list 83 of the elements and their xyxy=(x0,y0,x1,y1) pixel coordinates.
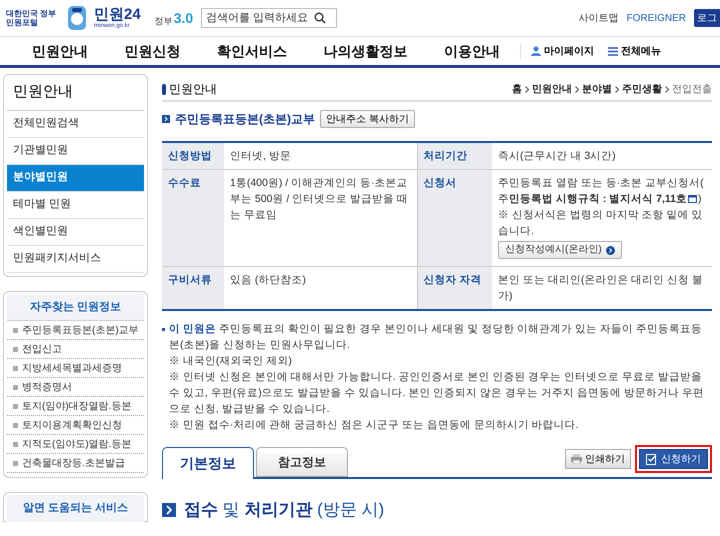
printer-icon xyxy=(571,454,582,464)
faq-link[interactable]: 지방세세목별과세증명 xyxy=(22,360,122,376)
note-text: ※ 인터넷 신청은 본인에 대해서만 가능합니다. 공인인증서로 본인 인증된 경우는 인터넷으로 무료로 발급받을 수 있고, 우편(유료)으로도 발급받을 수 있습니다. 본인 인증되지 않은 경우는 거주지 읍면동에 방문하거나 우편으로 신청, 발급받을 수 있습니다. xyxy=(169,370,705,417)
logo-text: 민원24 xyxy=(94,6,141,22)
breadcrumb-link[interactable]: 주민생활 xyxy=(622,82,662,96)
sidebar-item[interactable]: 테마별 민원 xyxy=(7,192,144,218)
mypage-link[interactable]: 마이페이지 xyxy=(531,44,594,58)
sidebar-title: 민원안내 xyxy=(7,75,144,110)
breadcrumb-link[interactable]: 전입전출 xyxy=(672,82,712,96)
field-label: 신청자 자격 xyxy=(417,266,492,310)
sidebar-item[interactable]: 민원패키지서비스 xyxy=(7,246,144,272)
chevron-icon xyxy=(665,86,669,92)
field-note: ※ 신청서식은 법령의 마지막 조항 밑에 있습니다. xyxy=(498,208,704,239)
nav-item[interactable]: 확인서비스 xyxy=(217,40,287,62)
example-button[interactable]: 신청작성예시(온라인) xyxy=(498,241,622,259)
breadcrumb-link[interactable]: 분야별 xyxy=(582,82,612,96)
field-value: 주민등록표 열람 또는 등·초본 교부신청서( 주민등록법 시행규칙 : 별지서식 7,11호 ) xyxy=(498,176,705,207)
window-icon xyxy=(688,195,698,204)
note-text: ※ 민원 접수·처리에 관해 궁금하신 점은 시군구 또는 읍면동에 문의하시기 바랍니다. xyxy=(169,418,580,433)
field-label: 신청서 xyxy=(417,170,492,266)
nav-item[interactable]: 이용안내 xyxy=(444,40,500,62)
faq-link[interactable]: 병적증명서 xyxy=(22,380,72,394)
section-title: 민원안내 xyxy=(169,81,217,98)
faq-link[interactable]: 토지(임야)대장열람.등본 xyxy=(22,398,132,414)
faq-link[interactable]: 토지이용계획확인신청 xyxy=(22,418,122,432)
faq-title: 자주찾는 민원정보 xyxy=(7,294,144,321)
arrow-box-icon xyxy=(162,502,176,517)
field-label: 처리기간 xyxy=(417,142,492,170)
apply-button[interactable]: 신청하기 xyxy=(639,449,708,469)
bullet-icon xyxy=(162,328,165,331)
breadcrumb-link[interactable]: 홈 xyxy=(512,82,522,96)
bullet-icon xyxy=(13,460,18,466)
chevron-icon xyxy=(575,86,579,92)
faq-link[interactable]: 건축물대장등.초본발급 xyxy=(22,456,125,470)
service-title: 주민등록표등본(초본)교부 xyxy=(175,111,315,128)
arrow-circle-icon xyxy=(606,246,615,254)
field-label: 수수료 xyxy=(162,170,224,266)
chevron-icon xyxy=(525,86,529,92)
portal-name: 대한민국 정부민원포털 xyxy=(6,9,58,27)
login-button[interactable]: 로그 xyxy=(694,9,720,27)
nav-item[interactable]: 민원신청 xyxy=(124,40,180,62)
person-icon xyxy=(531,46,541,56)
checklist-icon xyxy=(646,454,657,464)
tab[interactable]: 기본정보 xyxy=(162,447,254,479)
bullet-icon xyxy=(13,328,18,332)
breadcrumb-link[interactable]: 민원안내 xyxy=(532,82,572,96)
field-label: 구비서류 xyxy=(162,266,224,310)
section-marker-icon xyxy=(162,84,166,94)
print-button[interactable]: 인쇄하기 xyxy=(565,449,631,469)
faq-link[interactable]: 전입신고 xyxy=(22,342,62,356)
bullet-icon xyxy=(13,384,18,390)
bullet-icon xyxy=(13,422,18,428)
search-icon[interactable] xyxy=(314,12,326,24)
bullet-icon xyxy=(13,346,18,352)
note-text: ※ 내국인(재외국인 제외) xyxy=(169,354,293,369)
sidebar-item[interactable]: 색인별민원 xyxy=(7,218,144,246)
sidebar-item[interactable]: 전체민원검색 xyxy=(7,110,144,138)
bullet-icon xyxy=(13,366,18,370)
nav-item[interactable]: 나의생활정보 xyxy=(324,40,408,62)
sidebar-item[interactable]: 분야별민원 xyxy=(7,164,144,192)
faq-link[interactable]: 주민등록표등본(초본)교부 xyxy=(22,322,139,338)
bullet-icon xyxy=(13,404,18,408)
all-menu-link[interactable]: 전체메뉴 xyxy=(608,44,661,58)
section-heading: 접수 및 처리기관 (방문 시) xyxy=(184,499,384,521)
faq-link[interactable]: 지적도(임야도)열람.등본 xyxy=(22,436,132,452)
note-text: 이 민원은 주민등록표의 확인이 필요한 경우 본인이나 세대원 및 정당한 이해관계가 있는 자들이 주민등록표등본(초본)을 신청하는 민원사무입니다. xyxy=(169,322,703,353)
search-field[interactable]: 검색어를 입력하세요 xyxy=(201,8,338,28)
top-link[interactable]: FOREIGNER xyxy=(626,10,686,26)
gov-version: 3.0 xyxy=(174,8,194,28)
field-value: 즉시(근무시간 내 3시간) xyxy=(492,142,712,170)
gov-label: 정부 xyxy=(154,15,173,28)
menu-icon xyxy=(608,46,618,56)
chevron-icon xyxy=(615,86,619,92)
arrow-box-icon xyxy=(162,115,170,123)
bullet-icon xyxy=(13,442,18,446)
logo-icon xyxy=(66,4,88,32)
top-link[interactable]: 사이트맵 xyxy=(578,10,619,26)
field-value: 본인 또는 대리인(온라인은 대리인 신청 불가) xyxy=(492,266,712,310)
help-title: 알면 도움되는 서비스 xyxy=(7,495,144,522)
nav-item[interactable]: 민원안내 xyxy=(32,40,88,62)
tab[interactable]: 참고정보 xyxy=(256,447,348,477)
copy-url-button[interactable]: 안내주소 복사하기 xyxy=(320,110,415,128)
field-label: 신청방법 xyxy=(162,142,224,170)
